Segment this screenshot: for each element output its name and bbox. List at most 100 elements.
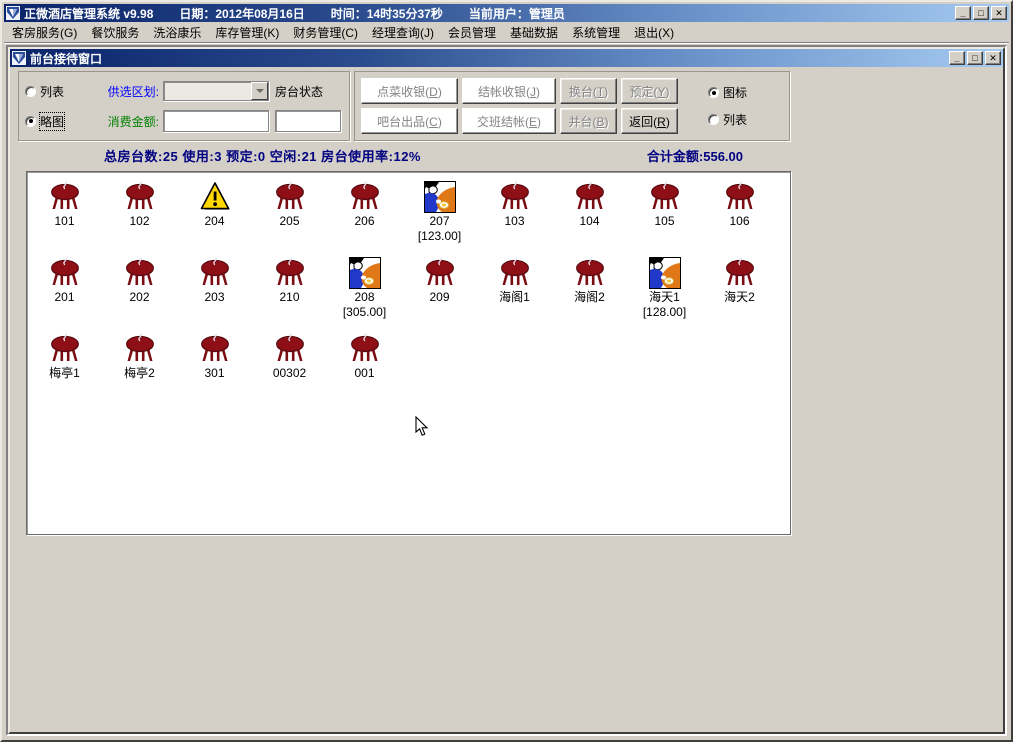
total-amount: 合计金额:556.00	[646, 148, 743, 164]
window-controls: _ □ ✕	[955, 6, 1007, 20]
round-table-icon	[349, 181, 381, 213]
round-table-icon	[424, 257, 456, 289]
area-select[interactable]	[163, 81, 269, 101]
minimize-icon[interactable]: _	[955, 6, 971, 20]
menu-item-5[interactable]: 经理查询(J)	[365, 22, 441, 43]
control-panel-row: 列表 供选区划: 房台状态 略图 消费金额: 点菜收银(D) 结帐收银(J) 换…	[18, 71, 790, 141]
action-button-5[interactable]: 交班结帐(E)	[462, 108, 556, 134]
table-item[interactable]: 209	[402, 257, 477, 333]
table-item[interactable]: 204	[177, 181, 252, 257]
round-table-icon	[124, 181, 156, 213]
table-label: 102	[129, 214, 150, 228]
child-minimize-icon[interactable]: _	[949, 51, 965, 65]
close-icon[interactable]: ✕	[991, 6, 1007, 20]
view-mode-radio-list[interactable]: 列表	[708, 111, 747, 128]
radio-dot-icon	[708, 114, 719, 125]
round-table-icon	[574, 181, 606, 213]
table-item[interactable]: 105	[627, 181, 702, 257]
table-label: 205	[279, 214, 300, 228]
action-button-0[interactable]: 点菜收银(D)	[361, 78, 458, 104]
child-window-title: 前台接待窗口	[30, 51, 103, 66]
combo-arrow-button[interactable]	[251, 82, 268, 100]
table-item[interactable]: 104	[552, 181, 627, 257]
table-item[interactable]: 海阁1	[477, 257, 552, 333]
table-label: 海天1	[649, 290, 680, 304]
child-title-bar: 前台接待窗口 _ □ ✕	[10, 49, 1003, 67]
table-item[interactable]: 海天1 [128.00]	[627, 257, 702, 333]
child-window-body: 列表 供选区划: 房台状态 略图 消费金额: 点菜收银(D) 结帐收银(J) 换…	[10, 67, 1003, 732]
date-label: 日期：2012年08月16日	[179, 6, 305, 21]
table-label: 104	[579, 214, 600, 228]
table-item[interactable]: 203	[177, 257, 252, 333]
view-radio-list-label: 列表	[40, 84, 65, 99]
occupied-table-icon	[648, 257, 681, 289]
menu-item-4[interactable]: 财务管理(C)	[286, 22, 365, 43]
menu-item-9[interactable]: 退出(X)	[627, 22, 681, 43]
radio-dot-icon	[708, 87, 719, 98]
table-item[interactable]: 海天2	[702, 257, 777, 333]
table-label: 梅亭1	[49, 366, 80, 380]
table-item[interactable]: 梅亭2	[102, 333, 177, 409]
mdi-area: 前台接待窗口 _ □ ✕ 列表 供选区划: 房台状态 略图 消费金额: 点菜收银…	[6, 45, 1007, 736]
view-radio-list[interactable]: 列表	[25, 83, 81, 100]
view-mode-radio-icon[interactable]: 图标	[708, 84, 747, 101]
table-item[interactable]: 301	[177, 333, 252, 409]
action-button-1[interactable]: 结帐收银(J)	[462, 78, 556, 104]
action-button-3[interactable]: 预定(Y)	[621, 78, 678, 104]
child-window-icon	[12, 51, 26, 65]
round-table-icon	[274, 333, 306, 365]
occupied-table-icon	[348, 257, 381, 289]
menu-item-0[interactable]: 客房服务(G)	[5, 22, 84, 43]
table-label: 海阁1	[499, 290, 530, 304]
table-item[interactable]: 207 [123.00]	[402, 181, 477, 257]
round-table-icon	[274, 257, 306, 289]
child-maximize-icon[interactable]: □	[967, 51, 983, 65]
table-item[interactable]: 202	[102, 257, 177, 333]
app-icon	[6, 6, 20, 20]
table-item[interactable]: 103	[477, 181, 552, 257]
action-button-4[interactable]: 吧台出品(C)	[361, 108, 458, 134]
table-item[interactable]: 101	[27, 181, 102, 257]
menu-item-7[interactable]: 基础数据	[503, 22, 565, 43]
radio-dot-icon	[25, 115, 36, 127]
table-item[interactable]: 201	[27, 257, 102, 333]
table-item[interactable]: 206	[327, 181, 402, 257]
menu-item-8[interactable]: 系统管理	[565, 22, 627, 43]
amount-input[interactable]	[163, 110, 269, 132]
table-label: 101	[54, 214, 75, 228]
table-item[interactable]: 00302	[252, 333, 327, 409]
view-radio-thumbnail-label: 略图	[38, 111, 66, 131]
occupied-table-icon	[423, 181, 456, 213]
table-amount: [123.00]	[417, 229, 462, 243]
table-item[interactable]: 001	[327, 333, 402, 409]
menu-bar: 客房服务(G) 餐饮服务 洗浴康乐 库存管理(K) 财务管理(C) 经理查询(J) 会员管理…	[4, 22, 1009, 43]
child-window-controls: _ □ ✕	[949, 51, 1001, 65]
menu-item-3[interactable]: 库存管理(K)	[208, 22, 286, 43]
table-label: 梅亭2	[124, 366, 155, 380]
menu-item-2[interactable]: 洗浴康乐	[146, 22, 208, 43]
area-label: 供选区划:	[107, 84, 159, 99]
table-item[interactable]: 208 [305.00]	[327, 257, 402, 333]
menu-item-6[interactable]: 会员管理	[441, 22, 503, 43]
view-radio-thumbnail[interactable]: 略图	[25, 111, 81, 131]
round-table-icon	[199, 257, 231, 289]
table-status-input[interactable]	[275, 110, 341, 132]
child-close-icon[interactable]: ✕	[985, 51, 1001, 65]
table-item[interactable]: 102	[102, 181, 177, 257]
menu-item-1[interactable]: 餐饮服务	[84, 22, 146, 43]
table-item[interactable]: 205	[252, 181, 327, 257]
table-label: 208	[354, 290, 375, 304]
table-label: 209	[429, 290, 450, 304]
table-label: 204	[204, 214, 225, 228]
table-item[interactable]: 210	[252, 257, 327, 333]
round-table-icon	[574, 257, 606, 289]
maximize-icon[interactable]: □	[973, 6, 989, 20]
action-button-6[interactable]: 并台(B)	[560, 108, 617, 134]
view-mode-icon-label: 图标	[723, 86, 748, 100]
table-label: 203	[204, 290, 225, 304]
table-item[interactable]: 梅亭1	[27, 333, 102, 409]
table-item[interactable]: 海阁2	[552, 257, 627, 333]
table-item[interactable]: 106	[702, 181, 777, 257]
action-button-7[interactable]: 返回(R)	[621, 108, 678, 134]
action-button-2[interactable]: 换台(T)	[560, 78, 617, 104]
